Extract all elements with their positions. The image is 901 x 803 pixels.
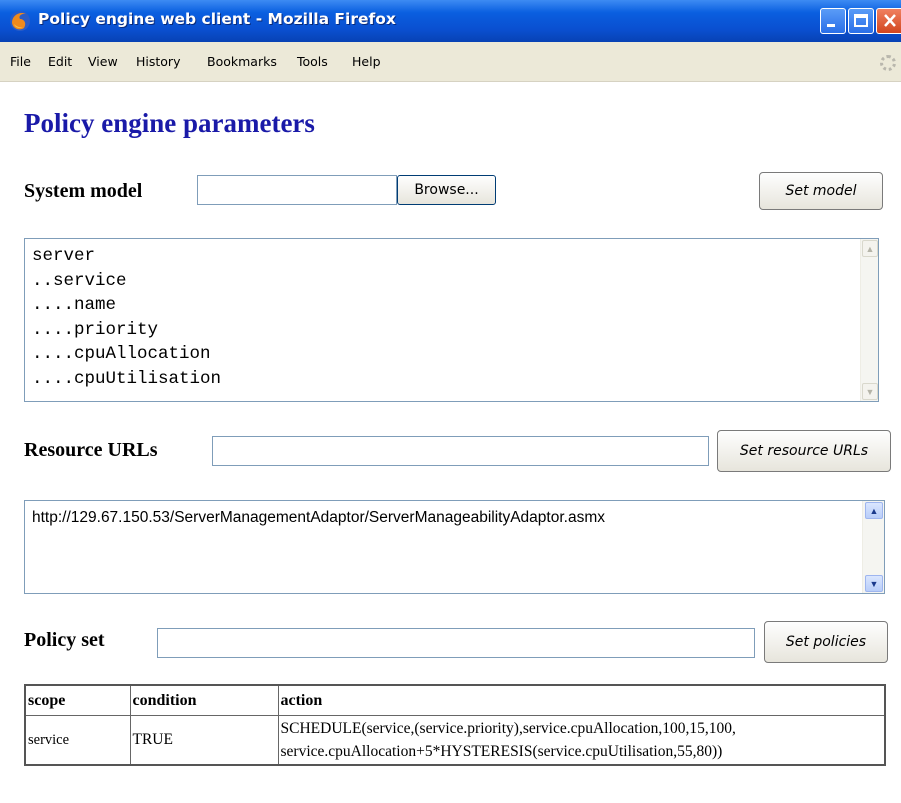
resource-url-line: http://129.67.150.53/ServerManagementAda…: [32, 509, 605, 526]
model-line: server: [32, 246, 96, 266]
table-header-row: scope condition action: [24, 684, 886, 716]
firefox-icon: [8, 9, 32, 33]
scroll-up-icon[interactable]: ▲: [865, 502, 883, 519]
scroll-up-icon[interactable]: ▲: [862, 240, 878, 257]
maximize-icon: [854, 14, 868, 27]
close-icon: [884, 14, 896, 27]
model-line: ....name: [32, 295, 117, 315]
policy-set-label: Policy set: [24, 629, 105, 651]
set-resource-urls-button[interactable]: Set resource URLs: [717, 430, 891, 472]
policy-table: scope condition action service TRUE SCHE…: [24, 684, 886, 766]
action-line-2: service.cpuAllocation+5*HYSTERESIS(servi…: [280, 743, 723, 760]
window-title: Policy engine web client - Mozilla Firef…: [38, 10, 396, 28]
browse-button[interactable]: Browse...: [397, 175, 496, 205]
menu-bar: File Edit View History Bookmarks Tools H…: [0, 42, 901, 82]
policy-set-input[interactable]: [157, 628, 755, 658]
menu-help[interactable]: Help: [352, 54, 381, 69]
resource-urls-textarea[interactable]: http://129.67.150.53/ServerManagementAda…: [24, 500, 885, 594]
set-policies-button[interactable]: Set policies: [764, 621, 888, 663]
system-model-textarea[interactable]: server ..service ....name ....priority .…: [24, 238, 879, 402]
minimize-icon: [827, 24, 835, 27]
cell-scope: service: [24, 715, 131, 766]
page-content: Policy engine parameters System model Br…: [0, 82, 901, 803]
model-scrollbar[interactable]: ▲ ▼: [860, 239, 878, 401]
model-line: ....cpuUtilisation: [32, 368, 222, 389]
system-model-file-input[interactable]: [197, 175, 397, 205]
menu-tools[interactable]: Tools: [297, 54, 328, 69]
close-button[interactable]: [876, 8, 901, 34]
model-line: ....cpuAllocation: [32, 344, 211, 364]
model-line: ..service: [32, 270, 127, 291]
system-model-label: System model: [24, 180, 143, 202]
set-model-button[interactable]: Set model: [759, 172, 883, 210]
maximize-button[interactable]: [848, 8, 874, 34]
menu-file[interactable]: File: [10, 54, 31, 69]
menu-bookmarks[interactable]: Bookmarks: [207, 54, 277, 69]
resource-urls-label: Resource URLs: [24, 439, 158, 461]
column-header-scope: scope: [24, 684, 131, 716]
resource-urls-input[interactable]: [212, 436, 709, 466]
cell-action: SCHEDULE(service,(service.priority),serv…: [277, 715, 886, 766]
scroll-down-icon[interactable]: ▼: [862, 383, 878, 400]
column-header-action: action: [277, 684, 886, 716]
menu-edit[interactable]: Edit: [48, 54, 72, 69]
cell-condition: TRUE: [129, 715, 279, 766]
model-line: ....priority: [32, 319, 159, 340]
throbber-icon: [880, 55, 896, 71]
window-titlebar: Policy engine web client - Mozilla Firef…: [0, 0, 901, 42]
scroll-down-icon[interactable]: ▼: [865, 575, 883, 592]
page-title: Policy engine parameters: [24, 108, 315, 138]
scope-value: service: [28, 732, 70, 748]
minimize-button[interactable]: [820, 8, 846, 34]
menu-history[interactable]: History: [136, 54, 180, 69]
column-header-condition: condition: [129, 684, 279, 716]
menu-view[interactable]: View: [88, 54, 118, 69]
urls-scrollbar[interactable]: ▲ ▼: [862, 501, 884, 593]
table-row: service TRUE SCHEDULE(service,(service.p…: [24, 715, 886, 766]
action-line-1: SCHEDULE(service,(service.priority),serv…: [280, 720, 736, 737]
